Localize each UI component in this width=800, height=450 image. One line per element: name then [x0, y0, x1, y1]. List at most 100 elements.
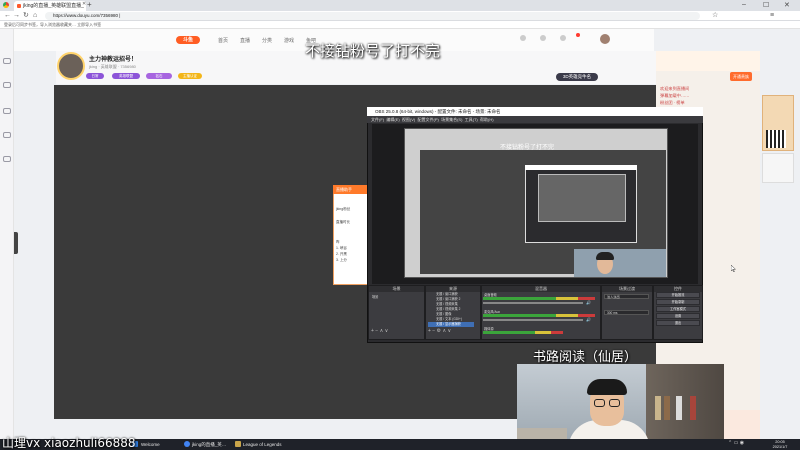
nav-follow-icon[interactable]: [540, 35, 546, 41]
mixer-mute-icon[interactable]: 🔊: [586, 317, 591, 322]
nav-live[interactable]: 直播: [240, 37, 250, 44]
reload-icon[interactable]: ↻: [23, 11, 29, 21]
source-row-selected[interactable]: 无题 / 显示器捕获: [428, 322, 474, 328]
preview-nested-obs-title: [525, 165, 637, 170]
obs-menu-edit[interactable]: 编辑(E): [386, 117, 399, 122]
chat-message: 欢迎来到直播间: [660, 86, 690, 91]
popup-line: 1. 峡谷: [336, 246, 347, 250]
rail-live-icon[interactable]: [3, 82, 11, 88]
rail-category-icon[interactable]: [3, 108, 11, 114]
webcam-glasses-right: [609, 399, 620, 407]
obs-menu-view[interactable]: 视图(V): [402, 117, 415, 122]
start-recording-button[interactable]: 开始录制: [656, 299, 700, 305]
douyu-logo[interactable]: 斗鱼: [176, 36, 200, 44]
chat-message: 粉丝团 · 榜单: [660, 100, 685, 105]
tray-icons[interactable]: ⌃ ▭ ◉: [728, 440, 744, 446]
obs-menu-file[interactable]: 文件(F): [371, 117, 384, 122]
start-streaming-button[interactable]: 开始推流: [656, 292, 700, 298]
webcam-book: [664, 396, 670, 420]
nav-game[interactable]: 游戏: [284, 37, 294, 44]
bookmarks-bar: 登录后可同步书签，导入浏览器收藏夹… 立即导入书签: [0, 21, 800, 29]
nav-category[interactable]: 分类: [262, 37, 272, 44]
obs-menu-profile[interactable]: 配置文件(P): [418, 117, 439, 122]
home-icon[interactable]: ⌂: [33, 11, 37, 21]
minimize-icon[interactable]: –: [742, 1, 746, 8]
streamer-avatar[interactable]: [57, 52, 85, 80]
nav-home[interactable]: 首页: [218, 37, 228, 44]
mixer-level-meter: [483, 297, 595, 300]
room-tag[interactable]: 钻石: [146, 73, 172, 79]
new-tab-icon[interactable]: +: [87, 0, 92, 9]
webcam-person-hair: [587, 379, 627, 395]
obs-menu-scene-collection[interactable]: 场景集合(S): [441, 117, 462, 122]
browser-menu-icon[interactable]: ≡: [770, 11, 774, 21]
rail-game-icon[interactable]: [3, 132, 11, 138]
side-tools-widget[interactable]: [762, 153, 794, 183]
follow-button[interactable]: 3D英雄竞牛名: [556, 73, 598, 81]
taskbar-clock[interactable]: 20:05 2021/1/7: [764, 440, 796, 449]
nav-message-icon[interactable]: [560, 35, 566, 41]
bookmarks-hint[interactable]: 登录后可同步书签，导入浏览器收藏夹… 立即导入书签: [4, 22, 101, 27]
stream-watermark: 山理vx xiaozhuli66888: [2, 436, 136, 450]
scene-item[interactable]: 场景: [369, 292, 424, 301]
obs-menu-help[interactable]: 帮助(H): [480, 117, 494, 122]
popup-line: 昨: [336, 240, 340, 244]
browser-logo-icon: [3, 2, 9, 8]
browser-tab-douyu[interactable]: jking的直播_英雄联盟直播_: [14, 1, 86, 11]
taskbar-item[interactable]: Welcome: [141, 439, 160, 450]
assistant-popup-header[interactable]: 直播助手: [333, 185, 369, 194]
chat-panel-header: [656, 51, 760, 71]
tab-title: jking的直播_英雄联盟直播_: [23, 3, 84, 9]
studio-mode-button[interactable]: 工作室模式: [656, 306, 700, 312]
user-avatar[interactable]: [600, 34, 610, 44]
obs-menu-tools[interactable]: 工具(T): [465, 117, 478, 122]
rail-home-icon[interactable]: [3, 58, 11, 64]
nobility-button[interactable]: 开通贵族: [730, 72, 752, 81]
mixer-volume-slider[interactable]: [483, 319, 583, 321]
obs-menu-bar: 文件(F) 编辑(E) 视图(V) 配置文件(P) 场景集合(S) 工具(T) …: [367, 116, 703, 123]
room-title: 主力神教运招号！: [89, 57, 138, 63]
url-input[interactable]: https://www.douyu.com/7356980 |: [45, 12, 700, 20]
room-tag[interactable]: 主播认证: [178, 73, 202, 79]
preview-webcam-hair: [596, 252, 614, 260]
webcam-book: [690, 396, 696, 420]
popup-line: 3. 上分: [336, 258, 347, 262]
nav-history-icon[interactable]: [520, 35, 526, 41]
douyu-favicon-icon: [17, 4, 21, 8]
browser-tab-bar: [0, 0, 800, 11]
forward-icon[interactable]: →: [13, 11, 20, 21]
rail-collapse-handle[interactable]: [14, 232, 18, 254]
scene-add-icon[interactable]: + − ∧ ∨: [371, 328, 388, 334]
maximize-icon[interactable]: ☐: [763, 1, 769, 9]
clock-date: 2021/1/7: [772, 444, 788, 449]
taskbar-item[interactable]: jking的直播_英…: [192, 439, 226, 450]
mixer-dock-title: 混音器: [482, 286, 600, 292]
tab-close-icon[interactable]: ✕: [82, 1, 86, 7]
bookmark-star-icon[interactable]: ☆: [712, 11, 718, 21]
exit-button[interactable]: 退出: [656, 320, 700, 326]
mixer-volume-slider[interactable]: [483, 302, 583, 304]
taskbar-item[interactable]: League of Legends: [243, 439, 282, 450]
popup-line: 2. 开黑: [336, 252, 347, 256]
transition-duration-input[interactable]: 300 ms: [604, 310, 649, 315]
preview-nested-deeper: [538, 174, 626, 222]
rail-fishbar-icon[interactable]: [3, 156, 11, 162]
popup-line: jking粉丝: [336, 207, 351, 211]
webcam-book: [655, 396, 661, 420]
webcam-glasses-left: [594, 399, 605, 407]
stream-caption-mid: 书路阅读（仙居）: [533, 350, 638, 365]
taskbar-chrome-icon: [184, 441, 190, 447]
settings-button[interactable]: 设置: [656, 313, 700, 319]
room-tag[interactable]: 日常: [86, 73, 104, 79]
source-add-icon[interactable]: + − ⚙ ∧ ∨: [428, 328, 451, 334]
room-tag[interactable]: 英雄联盟: [112, 73, 140, 79]
obs-title-bar[interactable]: OBS 25.0.8 (64-bit, windows) - 配置文件: 未命名…: [367, 107, 703, 116]
back-icon[interactable]: ←: [4, 11, 11, 21]
qr-code: [766, 130, 786, 148]
mixer-mute-icon[interactable]: 🔊: [586, 300, 591, 305]
mixer-level-meter: [483, 314, 595, 317]
transition-select[interactable]: 淡入淡出: [604, 294, 649, 299]
close-window-icon[interactable]: ✕: [784, 1, 790, 9]
chat-message: 弹幕加载中……: [660, 93, 690, 98]
notification-badge: [576, 33, 580, 37]
